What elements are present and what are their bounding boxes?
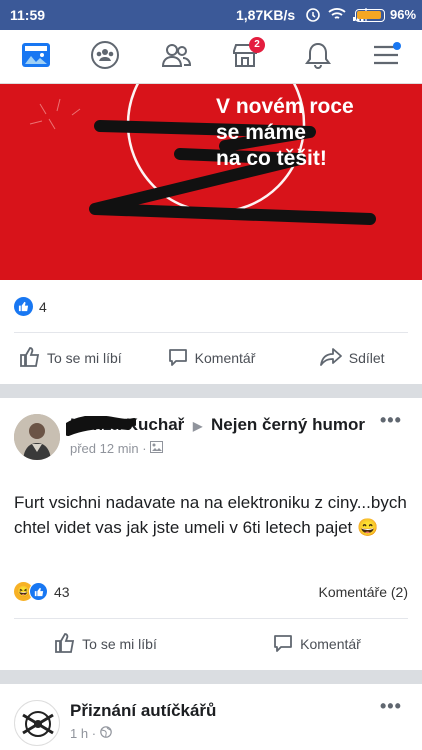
top-nav: 2 [0,30,422,84]
status-bar: 11:59 1,87KB/s 96% [0,0,422,30]
like-label: To se mi líbí [82,636,157,652]
share-icon [319,346,343,371]
like-label: To se mi líbí [46,350,122,366]
reaction-summary[interactable]: 4 [14,297,47,316]
wifi-icon [328,6,346,25]
like-reaction-icon [29,582,48,601]
alarm-icon [305,6,321,25]
like-reaction-icon [14,297,33,316]
nav-notifications[interactable] [300,40,336,74]
group-name[interactable]: Nejen černý humor [211,415,365,434]
post-title: Honza Kuchař ▶ Nejen černý humor [66,414,370,437]
nav-menu[interactable] [368,40,404,74]
news-feed-icon [21,42,51,73]
reaction-count: 4 [39,298,47,315]
share-label: Sdílet [348,350,385,366]
image-text-line-1: V novém roce [216,95,354,118]
image-text-line-3: na co těšit! [216,147,327,170]
marketplace-badge: 2 [249,37,265,53]
image-overlay-text: V novém roce se máme na co těšit! [216,94,354,172]
nav-friends[interactable] [158,40,194,74]
post-image[interactable]: V novém roce se máme na co těšit! [0,84,422,280]
image-decoration [29,84,376,225]
groups-icon [90,40,120,75]
globe-icon [99,726,112,741]
post-header: Honza Kuchař ▶ Nejen černý humor před 12… [66,414,370,456]
post-time[interactable]: před 12 min [70,441,139,456]
post-text: Furt vsichni nadavate na na elektroniku … [14,493,407,537]
post-header: Přiznání autíčkářů 1 h · [70,700,216,741]
divider [14,618,408,619]
friends-icon [161,42,192,73]
reaction-summary[interactable]: 😆 43 [14,582,70,601]
comment-icon [167,346,189,371]
thumbs-up-icon [19,346,41,371]
menu-indicator-dot [393,42,401,50]
more-options-icon[interactable]: ••• [380,410,402,431]
more-options-icon[interactable]: ••• [380,696,402,717]
share-button[interactable]: Sdílet [281,338,422,378]
reaction-count: 43 [54,583,70,600]
battery-icon [355,9,385,22]
post-meta: před 12 min · [70,441,370,456]
group-privacy-icon [150,441,164,456]
notifications-icon [305,41,331,74]
like-button[interactable]: To se mi líbí [0,624,211,664]
nav-news-feed[interactable] [18,40,54,74]
post-actions: To se mi líbí Komentář [0,624,422,664]
comment-button[interactable]: Komentář [141,338,282,378]
battery-percent: 96% [390,7,417,22]
nav-marketplace[interactable]: 2 [227,37,265,74]
post-actions: To se mi líbí Komentář Sdílet [0,338,422,378]
nav-groups[interactable] [87,40,123,74]
thumbs-up-icon [54,632,76,657]
status-time: 11:59 [10,7,46,23]
comment-button[interactable]: Komentář [211,624,422,664]
divider [14,332,408,333]
post-time[interactable]: 1 h [70,726,88,741]
image-text-line-2: se máme [216,121,306,144]
reaction-icons: 😆 [14,582,48,601]
comments-count[interactable]: Komentáře (2) [319,584,408,600]
comment-icon [272,632,294,657]
avatar[interactable] [14,414,60,460]
like-button[interactable]: To se mi líbí [0,338,141,378]
scribble-redaction [66,416,136,436]
page-name[interactable]: Přiznání autíčkářů [70,700,216,722]
network-speed: 1,87KB/s [236,7,296,23]
post-meta: 1 h · [70,726,216,741]
triangle-right-icon: ▶ [193,419,203,433]
author-name-wrap: Honza Kuchař [66,414,184,436]
comment-label: Komentář [300,636,361,652]
page-avatar[interactable] [14,700,60,746]
comment-label: Komentář [194,350,256,366]
